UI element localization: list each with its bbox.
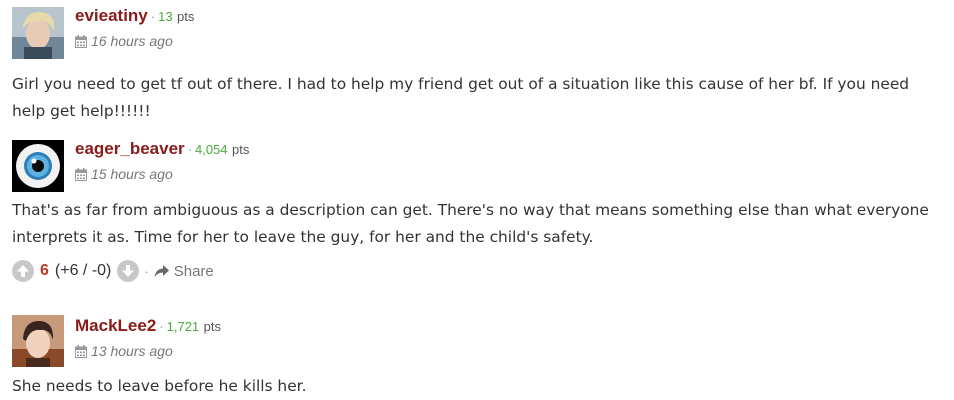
- eyeball-icon: [12, 140, 64, 192]
- share-label: Share: [173, 262, 214, 280]
- share-arrow-icon: [154, 264, 169, 277]
- avatar[interactable]: [12, 140, 64, 192]
- comment-body: She needs to leave before he kills her.: [12, 377, 307, 395]
- vote-score: 6: [40, 262, 49, 279]
- timestamp-text: 16 hours ago: [91, 33, 173, 49]
- user-photo-icon: [12, 315, 64, 367]
- points-value: 13: [158, 9, 173, 24]
- comment-body: That's as far from ambiguous as a descri…: [12, 201, 929, 246]
- comment-meta: MackLee2 · 1,721 pts: [75, 316, 221, 336]
- comment-meta: evieatiny · 13 pts: [75, 6, 194, 26]
- separator: ·: [144, 263, 149, 279]
- downvote-button[interactable]: [117, 260, 140, 282]
- timestamp: 15 hours ago: [75, 166, 173, 184]
- timestamp-text: 15 hours ago: [91, 166, 173, 182]
- comment-meta: eager_beaver · 4,054 pts: [75, 139, 249, 159]
- username[interactable]: MackLee2: [75, 316, 156, 335]
- username[interactable]: evieatiny: [75, 6, 148, 25]
- arrow-down-icon: [122, 265, 135, 277]
- comment-body: Girl you need to get tf out of there. I …: [12, 75, 910, 120]
- timestamp: 13 hours ago: [75, 343, 173, 361]
- points-value: 4,054: [194, 142, 228, 157]
- points-unit: pts: [203, 319, 221, 334]
- points-unit: pts: [177, 9, 195, 24]
- calendar-icon: [75, 345, 87, 361]
- separator: ·: [150, 9, 156, 24]
- avatar[interactable]: [12, 7, 64, 59]
- upvote-button[interactable]: [12, 260, 34, 282]
- user-photo-icon: [12, 7, 64, 59]
- points-unit: pts: [231, 142, 250, 157]
- separator: ·: [187, 142, 192, 157]
- calendar-icon: [75, 168, 87, 184]
- avatar[interactable]: [12, 315, 64, 367]
- vote-breakdown: (+6 / -0): [54, 262, 112, 279]
- arrow-up-icon: [17, 265, 29, 277]
- timestamp-text: 13 hours ago: [91, 343, 173, 359]
- calendar-icon: [75, 35, 87, 51]
- vote-bar: 6 (+6 / -0) · Share: [12, 259, 214, 283]
- separator: ·: [159, 319, 164, 334]
- share-button[interactable]: Share: [154, 263, 214, 280]
- username[interactable]: eager_beaver: [75, 139, 185, 158]
- timestamp: 16 hours ago: [75, 33, 173, 51]
- points-value: 1,721: [166, 319, 200, 334]
